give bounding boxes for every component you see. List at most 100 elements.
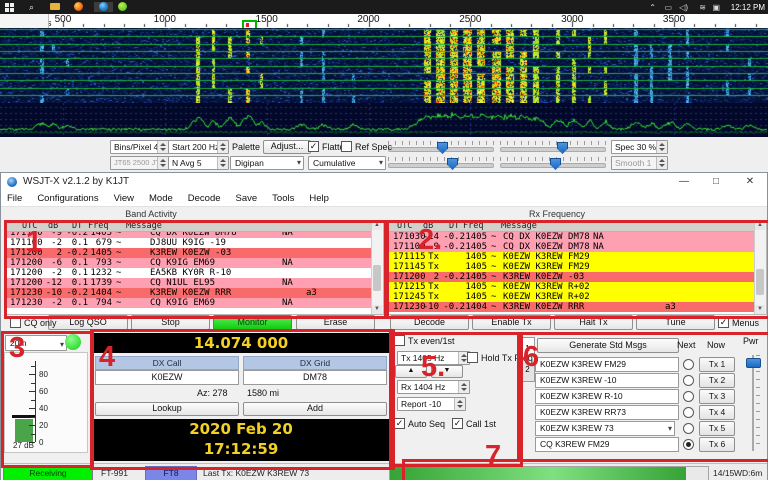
bins-pixel-spinner[interactable]: Bins/Pixel 4 <box>110 140 169 154</box>
decode-button[interactable]: Decode <box>390 315 469 330</box>
spec-percent-spinner[interactable]: Spec 30 % <box>611 140 668 154</box>
menu-save[interactable]: Save <box>236 193 258 204</box>
checkbox-cq-only[interactable]: CQ only <box>10 317 57 328</box>
now-button-tx1[interactable]: Tx 1 <box>699 357 735 372</box>
next-radio-tx6[interactable] <box>683 439 694 450</box>
checkbox-box[interactable]: ✓ <box>452 418 463 429</box>
log-qso-button[interactable]: Log QSO <box>48 315 128 330</box>
decode-row[interactable]: 171100 -9 -0.2 1405 ~ CQ DX K0EZW DM78 NA <box>389 242 755 252</box>
halt-tx-button[interactable]: Halt Tx <box>554 315 633 330</box>
dx-call-field[interactable]: K0EZW <box>95 370 239 385</box>
decode-row[interactable]: 171245 Tx 1405 ~ K0EZW K3REW R+02 <box>389 292 755 302</box>
scroll-up-icon[interactable]: ▲ <box>372 221 382 230</box>
decode-row[interactable]: 171200 -2 0.1 1232 ~ EA5KB KY0R R-10 <box>6 268 372 278</box>
spectrum-display[interactable] <box>0 103 768 137</box>
green-app-icon[interactable] <box>118 2 129 12</box>
decode-row[interactable]: 171230 -2 0.1 794 ~ CQ K9IG EM69 NA <box>6 298 372 308</box>
adjust-button[interactable]: Adjust... <box>263 140 311 154</box>
clock[interactable]: 12:12 PM <box>731 3 765 12</box>
pwr-slider-handle[interactable] <box>746 358 761 368</box>
spectrum-gain-slider[interactable] <box>388 157 494 170</box>
scroll-down-icon[interactable]: ▼ <box>372 305 382 314</box>
scrollbar-thumb[interactable] <box>756 269 764 295</box>
spinner-buttons[interactable] <box>157 141 168 153</box>
tune-button[interactable]: Tune <box>636 315 715 330</box>
checkbox-box[interactable]: ✓ <box>308 141 319 152</box>
globe-browser-icon[interactable] <box>94 2 113 12</box>
maximize-button[interactable]: □ <box>709 175 723 189</box>
decode-row[interactable]: 171100 -2 0.1 679 ~ DJ8UU K9IG -19 <box>6 238 372 248</box>
menu-view[interactable]: View <box>114 193 134 204</box>
start-icon[interactable] <box>4 2 15 12</box>
decode-row[interactable]: 171030 -14 -0.2 1405 ~ CQ DX K0EZW DM78 NA <box>389 232 755 242</box>
lookup-button[interactable]: Lookup <box>95 402 239 416</box>
menu-file[interactable]: File <box>7 193 22 204</box>
close-button[interactable]: ✕ <box>743 175 757 189</box>
search-icon[interactable]: ⌕ <box>26 2 37 12</box>
spinner-buttons[interactable] <box>217 157 228 169</box>
notifications-icon[interactable]: ▣ <box>712 3 720 12</box>
scroll-up-icon[interactable]: ▲ <box>755 221 765 230</box>
jt65-split-spinner[interactable]: JT65 2500 JT9 <box>110 156 169 170</box>
checkbox-box[interactable]: ✓ <box>718 317 729 328</box>
now-button-tx2[interactable]: Tx 2 <box>699 373 735 388</box>
checkbox-box[interactable] <box>10 317 21 328</box>
waterfall-zero-slider[interactable] <box>500 141 606 154</box>
slider-handle[interactable] <box>437 142 448 154</box>
slider-handle[interactable] <box>447 158 458 170</box>
tx-message-field-5[interactable]: K0EZW K3REW 73 ▾ <box>535 421 675 436</box>
decode-row[interactable]: 171200 -6 0.1 793 ~ CQ K9IG EM69 NA <box>6 258 372 268</box>
spinner-buttons[interactable] <box>656 157 667 169</box>
tx-message-field-2[interactable]: K0EZW K3REW -10 <box>535 373 679 388</box>
n-avg-spinner[interactable]: N Avg 5 <box>168 156 229 170</box>
rx-to-tx-button[interactable]: ▼ <box>431 365 463 378</box>
palette-combo[interactable]: Digipan ▾ <box>230 156 304 170</box>
erase-button[interactable]: Erase <box>296 315 375 330</box>
menu-tools[interactable]: Tools <box>272 193 294 204</box>
decode-row[interactable]: 171200 2 -0.2 1405 ~ K3REW K0EZW -03 <box>389 272 755 282</box>
spinner-buttons[interactable] <box>217 141 228 153</box>
tx-message-field-3[interactable]: K0EZW K3REW R-10 <box>535 389 679 404</box>
slider-handle[interactable] <box>550 158 561 170</box>
monitor-button[interactable]: Monitor <box>213 315 292 330</box>
checkbox-auto-seq[interactable]: ✓ Auto Seq <box>394 418 445 429</box>
tx-message-field-6[interactable]: CQ K3REW FM29 <box>535 437 679 452</box>
now-button-tx4[interactable]: Tx 4 <box>699 405 735 420</box>
rx-freq-spinner[interactable]: Rx 1404 Hz <box>397 380 470 394</box>
checkbox-call-1st[interactable]: ✓ Call 1st <box>452 418 496 429</box>
spectrum-mode-combo[interactable]: Cumulative ▾ <box>308 156 386 170</box>
report-spinner[interactable]: Report -10 <box>397 397 466 411</box>
next-radio-tx2[interactable] <box>683 375 694 386</box>
volume-icon[interactable]: ◁) <box>679 3 688 12</box>
checkbox-tx-even[interactable]: Tx even/1st <box>394 335 455 346</box>
spinner-buttons[interactable] <box>157 157 168 169</box>
band-activity-scrollbar[interactable]: ▲ ▼ <box>371 221 383 314</box>
next-radio-tx4[interactable] <box>683 407 694 418</box>
band-select-combo[interactable]: 20m ▾ <box>5 335 67 351</box>
title-bar[interactable]: WSJT-X v2.1.2 by K1JT — □ ✕ <box>1 173 767 191</box>
decode-row[interactable]: 171200 2 -0.2 1405 ~ K3REW K0EZW -03 <box>6 248 372 258</box>
decode-row[interactable]: 171145 Tx 1405 ~ K0EZW K3REW FM29 <box>389 262 755 272</box>
next-radio-tx1[interactable] <box>683 359 694 370</box>
menu-configurations[interactable]: Configurations <box>37 193 98 204</box>
decode-row[interactable]: 171200 -12 0.1 1739 ~ CQ N1UL EL95 NA <box>6 278 372 288</box>
checkbox-box[interactable]: ✓ <box>394 418 405 429</box>
minimize-button[interactable]: — <box>677 175 691 189</box>
dx-grid-field[interactable]: DM78 <box>243 370 387 385</box>
frequency-display[interactable]: 14.074 000 <box>93 333 389 353</box>
network-icon[interactable]: ▭ <box>664 3 672 12</box>
file-explorer-icon[interactable] <box>50 2 61 12</box>
checkbox-hold-tx[interactable]: Hold Tx Freq <box>467 352 533 363</box>
start-hz-spinner[interactable]: Start 200 Hz <box>168 140 229 154</box>
waterfall-display[interactable] <box>0 28 768 103</box>
enable-tx-button[interactable]: Enable Tx <box>472 315 551 330</box>
smooth-spinner[interactable]: Smooth 1 <box>611 156 668 170</box>
wifi-icon[interactable]: ≋ <box>699 3 706 12</box>
checkbox-box[interactable] <box>467 352 478 363</box>
tx-to-rx-button[interactable]: ▲ <box>395 365 427 378</box>
waterfall-gain-slider[interactable] <box>388 141 494 154</box>
tx-message-field-1[interactable]: K0EZW K3REW FM29 <box>535 357 679 372</box>
pwr-slider-track[interactable] <box>752 355 754 451</box>
decode-row[interactable]: 171230 -10 -0.2 1404 ~ K3REW K0EZW RRR a3 <box>389 302 755 312</box>
next-radio-tx5[interactable] <box>683 423 694 434</box>
